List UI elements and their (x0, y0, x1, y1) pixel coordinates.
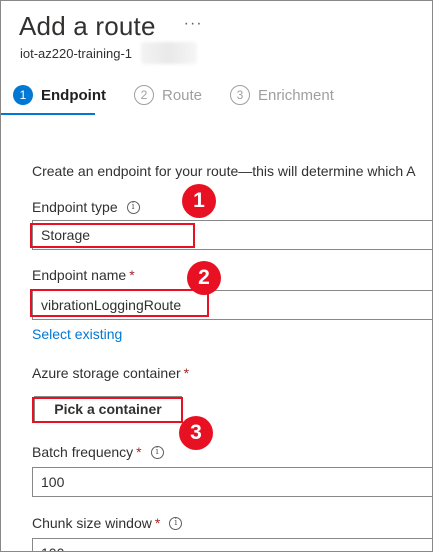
intro-text: Create an endpoint for your route—this w… (32, 163, 416, 179)
tab-enrichment[interactable]: 3 Enrichment (230, 85, 334, 105)
tab-route[interactable]: 2 Route (133, 85, 203, 105)
tab-endpoint[interactable]: 1 Endpoint (13, 85, 106, 105)
batch-frequency-value: 100 (41, 474, 65, 490)
panel-frame: Add a route ··· iot-az220-training-1 1 E… (0, 0, 433, 552)
highlight-endpoint-type (30, 223, 195, 248)
endpoint-type-label: Endpoint type i (32, 199, 140, 215)
wizard-steps: 1 Endpoint 2 Route 3 Enrichment (13, 85, 362, 105)
batch-frequency-field[interactable]: 100 (32, 467, 432, 497)
endpoint-name-label: Endpoint name * (32, 267, 135, 283)
step-number-icon: 1 (13, 85, 33, 105)
chunk-size-window-label-text: Chunk size window (32, 515, 152, 531)
required-marker: * (183, 365, 190, 381)
page-subtitle: iot-az220-training-1 (20, 46, 133, 61)
callout-badge-3: 3 (179, 416, 213, 450)
callout-badge-1: 1 (182, 184, 216, 218)
chunk-size-window-label: Chunk size window * i (32, 515, 183, 531)
page-title: Add a route (19, 11, 156, 41)
required-marker: * (129, 267, 135, 283)
endpoint-type-label-text: Endpoint type (32, 199, 118, 215)
more-options-icon[interactable]: ··· (184, 15, 203, 33)
chunk-size-window-field[interactable]: 100 (32, 538, 432, 551)
header: Add a route ··· (19, 11, 203, 42)
info-icon[interactable]: i (169, 516, 183, 530)
active-step-indicator (1, 113, 95, 115)
chunk-size-window-value: 100 (41, 545, 64, 551)
step-label: Endpoint (41, 86, 106, 104)
highlight-endpoint-name (30, 289, 209, 317)
redacted-text (141, 42, 197, 64)
info-icon[interactable]: i (126, 200, 140, 214)
highlight-pick-container (32, 397, 183, 423)
batch-frequency-label-text: Batch frequency (32, 444, 134, 460)
storage-container-label-text: Azure storage container (32, 365, 181, 381)
step-number-icon: 3 (230, 85, 251, 105)
required-marker: * (154, 515, 161, 531)
required-marker: * (136, 444, 142, 460)
endpoint-name-label-text: Endpoint name (32, 267, 127, 283)
step-number-icon: 2 (133, 85, 154, 105)
storage-container-label: Azure storage container * (32, 365, 189, 381)
info-icon[interactable]: i (150, 445, 164, 459)
batch-frequency-label: Batch frequency * i (32, 444, 164, 460)
step-label: Route (161, 86, 203, 104)
callout-badge-2: 2 (187, 261, 221, 295)
select-existing-link[interactable]: Select existing (32, 326, 122, 342)
step-label: Enrichment (258, 86, 334, 104)
